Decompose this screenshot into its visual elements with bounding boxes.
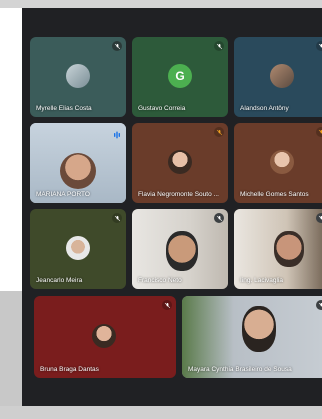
participant-name: Alandson Antôny [240, 105, 289, 112]
participant-name: MARIANA PORTO [36, 191, 90, 198]
participant-name: Bruna Braga Dantas [40, 366, 99, 373]
avatar [270, 64, 294, 88]
mic-muted-icon [214, 127, 224, 137]
mic-muted-icon [316, 127, 322, 137]
mic-muted-icon [162, 300, 172, 310]
side-panel-lower [0, 291, 22, 406]
participant-tile[interactable]: Francisco Neto [132, 209, 228, 289]
participant-grid: Myrelle Elias Costa G Gustavo Correia Al… [22, 8, 322, 406]
participant-tile[interactable]: Michelle Gomes Santos [234, 123, 322, 203]
participant-name: Mayara Cynthia Brasileiro de Sousa [188, 366, 292, 373]
avatar [66, 64, 90, 88]
avatar [92, 324, 116, 348]
avatar: G [168, 64, 192, 88]
avatar [168, 150, 192, 174]
avatar [66, 236, 90, 260]
participant-tile[interactable]: G Gustavo Correia [132, 37, 228, 117]
participant-tile[interactable]: MARIANA PORTO [30, 123, 126, 203]
participant-name: Francisco Neto [138, 277, 182, 284]
participant-tile[interactable]: Jeancarlo Meira [30, 209, 126, 289]
avatar [60, 153, 96, 189]
bottom-bar [0, 406, 322, 419]
avatar [274, 231, 304, 267]
participant-name: Myrelle Elias Costa [36, 105, 92, 112]
participant-tile[interactable]: Mayara Cynthia Brasileiro de Sousa [182, 296, 322, 378]
mic-muted-icon [112, 213, 122, 223]
top-bar [0, 0, 322, 8]
mic-muted-icon [214, 213, 224, 223]
participant-name: Michelle Gomes Santos [240, 191, 309, 198]
avatar [242, 306, 276, 352]
participant-name: Gustavo Correia [138, 105, 186, 112]
mic-muted-icon [214, 41, 224, 51]
participant-tile[interactable]: Bruna Braga Dantas [34, 296, 176, 378]
participant-tile[interactable]: Iing. Lacivaglia [234, 209, 322, 289]
mic-muted-icon [112, 41, 122, 51]
mic-muted-icon [316, 213, 322, 223]
participant-name: Flavia Negromonte Souto ... [138, 191, 219, 198]
participant-name: Jeancarlo Meira [36, 277, 83, 284]
avatar [270, 150, 294, 174]
mic-muted-icon [316, 300, 322, 310]
side-panel [0, 8, 22, 291]
participant-name: Iing. Lacivaglia [240, 277, 283, 284]
participant-tile[interactable]: Alandson Antôny [234, 37, 322, 117]
mic-muted-icon [316, 41, 322, 51]
speaking-indicator-icon [112, 127, 122, 139]
participant-tile[interactable]: Flavia Negromonte Souto ... [132, 123, 228, 203]
participant-tile[interactable]: Myrelle Elias Costa [30, 37, 126, 117]
avatar [166, 231, 198, 271]
